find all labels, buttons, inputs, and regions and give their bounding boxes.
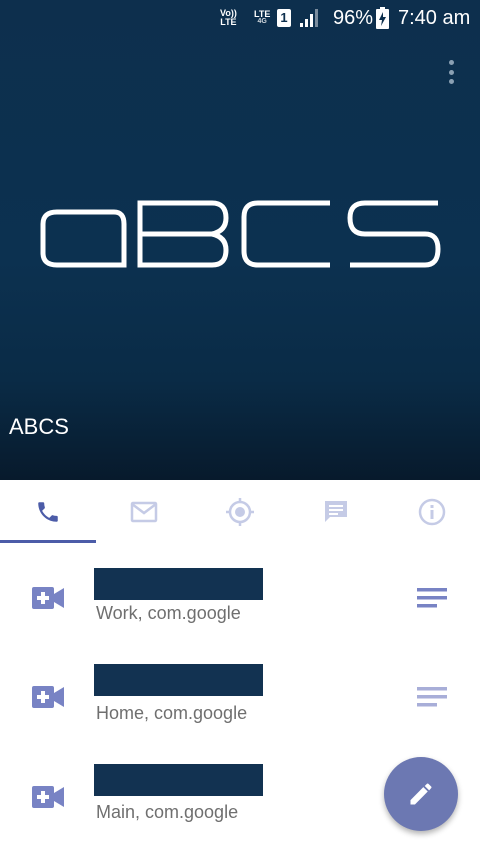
list-item: Work, com.google	[0, 550, 480, 646]
phone-icon	[38, 502, 58, 522]
video-call-icon[interactable]	[32, 686, 64, 708]
contact-name: ABCS	[9, 414, 69, 439]
tab-location[interactable]	[192, 480, 288, 544]
more-options-icon[interactable]	[440, 58, 462, 86]
redacted-phone-number[interactable]	[94, 664, 263, 696]
video-call-icon[interactable]	[32, 786, 64, 808]
tab-email[interactable]	[96, 480, 192, 544]
detail-tabs	[0, 480, 480, 544]
redacted-phone-number[interactable]	[94, 764, 263, 796]
info-icon	[418, 498, 446, 526]
battery-percent: 96%	[333, 6, 374, 29]
lte-top-label: LTE	[254, 9, 271, 19]
entry-subtitle: Work, com.google	[96, 603, 241, 623]
status-bar: Vo)) LTE LTE 4G 1 96% 7:40 am	[0, 0, 480, 36]
sim-icon: 1	[277, 0, 291, 36]
send-message-icon[interactable]	[417, 687, 447, 707]
tab-messages[interactable]	[288, 480, 384, 544]
tab-info[interactable]	[384, 480, 480, 544]
location-icon	[226, 498, 254, 526]
entry-subtitle: Home, com.google	[96, 703, 248, 723]
battery-charging-icon	[376, 7, 389, 29]
video-call-icon[interactable]	[32, 587, 64, 609]
send-message-icon[interactable]	[417, 588, 447, 608]
volte-bottom-label: LTE	[220, 17, 237, 27]
volte-indicator: Vo)) LTE	[220, 0, 237, 36]
mail-icon	[130, 501, 158, 523]
signal-icon	[300, 9, 320, 27]
lte-bottom-label: 4G	[257, 18, 267, 25]
sim-slot-label: 1	[277, 9, 291, 27]
message-icon	[325, 501, 347, 522]
lte-indicator: LTE 4G	[254, 0, 270, 36]
edit-contact-button[interactable]	[384, 757, 458, 831]
redacted-phone-number[interactable]	[94, 568, 263, 600]
clock: 7:40 am	[398, 6, 471, 29]
list-item: Home, com.google	[0, 646, 480, 742]
tab-phone[interactable]	[0, 480, 96, 544]
entry-subtitle: Main, com.google	[96, 802, 239, 822]
contact-header: Vo)) LTE LTE 4G 1 96% 7:40 am ABCS	[0, 0, 480, 480]
abcs-logo	[40, 200, 441, 268]
tab-indicator	[0, 540, 96, 543]
pencil-icon	[410, 783, 432, 805]
